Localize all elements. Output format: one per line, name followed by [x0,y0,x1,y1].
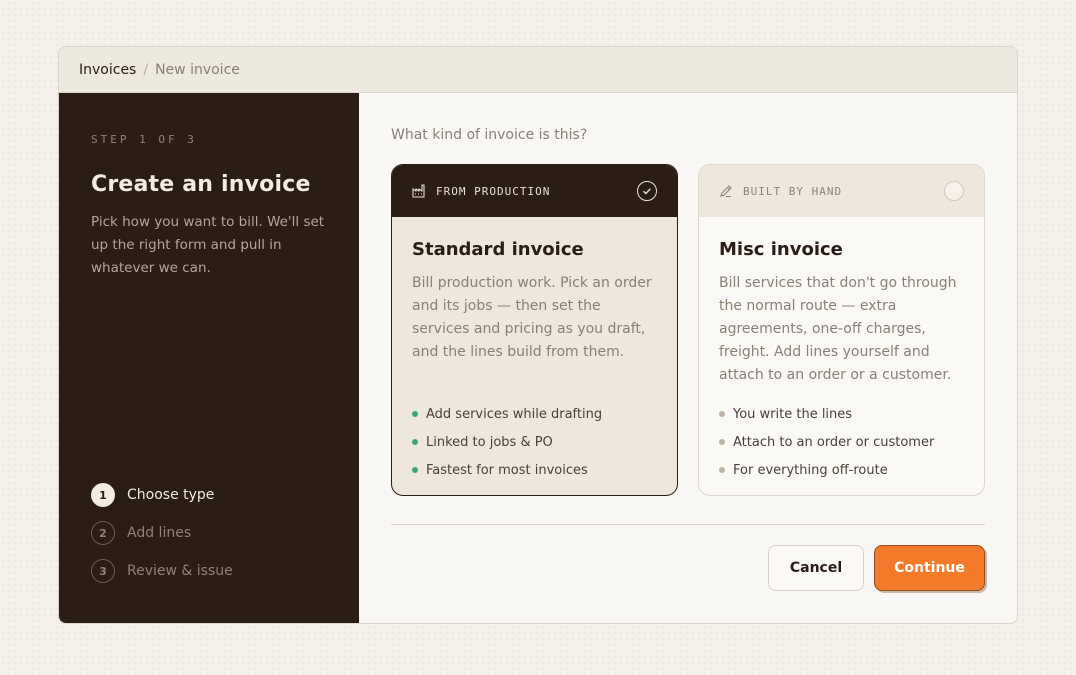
radio-unchecked-icon[interactable] [944,181,964,201]
step-add-lines[interactable]: 2 Add lines [91,521,233,545]
feature-text: Add services while drafting [426,406,603,422]
breadcrumb-current: New invoice [155,61,240,78]
feature-text: Attach to an order or customer [733,434,935,450]
card-header: FROM PRODUCTION [392,165,677,217]
card-tag: BUILT BY HAND [743,184,843,198]
feature-text: Fastest for most invoices [426,462,588,478]
list-item: You write the lines [719,400,964,428]
bullet-dot-icon [719,439,725,445]
step-number: 2 [91,521,115,545]
feature-text: You write the lines [733,406,853,422]
footer-actions: Cancel Continue [391,545,985,591]
footer-divider [391,524,985,525]
bullet-dot-icon [719,467,725,473]
main-panel: What kind of invoice is this? FROM PRODU… [359,93,1017,623]
card-title: Standard invoice [412,239,584,260]
page-title: Create an invoice [91,172,311,197]
breadcrumb-invoices-link[interactable]: Invoices [79,62,136,78]
card-tag: FROM PRODUCTION [436,184,551,198]
list-item: Linked to jobs & PO [412,428,657,456]
list-item: Add services while drafting [412,400,657,428]
bullet-dot-icon [719,411,725,417]
list-item: For everything off-route [719,456,964,484]
bullet-dot-icon [412,411,418,417]
list-item: Fastest for most invoices [412,456,657,484]
wizard-sidebar: STEP 1 OF 3 Create an invoice Pick how y… [59,93,359,623]
new-invoice-window: Invoices / New invoice STEP 1 OF 3 Creat… [58,46,1018,624]
step-review-issue[interactable]: 3 Review & issue [91,559,233,583]
card-header: BUILT BY HAND [699,165,984,217]
card-title: Misc invoice [719,239,843,260]
step-list: 1 Choose type 2 Add lines 3 Review & iss… [91,483,233,597]
misc-invoice-card[interactable]: BUILT BY HAND Misc invoice Bill services… [698,164,985,496]
card-body: Standard invoice Bill production work. P… [392,217,677,484]
breadcrumb-separator: / [143,61,149,78]
card-body: Misc invoice Bill services that don't go… [699,217,984,484]
feature-list: Add services while drafting Linked to jo… [412,400,657,484]
step-choose-type[interactable]: 1 Choose type [91,483,233,507]
page-description: Pick how you want to bill. We'll set up … [91,214,325,276]
factory-icon [412,184,426,198]
feature-text: Linked to jobs & PO [426,434,553,450]
step-label: Add lines [127,525,192,541]
step-counter: STEP 1 OF 3 [91,133,197,146]
standard-invoice-card[interactable]: FROM PRODUCTION Standard invoice Bill pr… [391,164,678,496]
step-label: Review & issue [127,563,233,579]
continue-button[interactable]: Continue [874,545,985,591]
step-label: Choose type [127,487,215,503]
bullet-dot-icon [412,467,418,473]
card-description: Bill production work. Pick an order and … [412,275,652,360]
breadcrumb: Invoices / New invoice [59,47,1017,93]
list-item: Attach to an order or customer [719,428,964,456]
cancel-button[interactable]: Cancel [768,545,864,591]
invoice-type-question: What kind of invoice is this? [391,127,588,143]
card-description: Bill services that don't go through the … [719,275,957,383]
step-number: 1 [91,483,115,507]
pencil-icon [719,184,733,198]
feature-text: For everything off-route [733,462,888,478]
feature-list: You write the lines Attach to an order o… [719,400,964,484]
step-number: 3 [91,559,115,583]
radio-checked-icon[interactable] [637,181,657,201]
bullet-dot-icon [412,439,418,445]
invoice-type-options: FROM PRODUCTION Standard invoice Bill pr… [391,164,987,496]
